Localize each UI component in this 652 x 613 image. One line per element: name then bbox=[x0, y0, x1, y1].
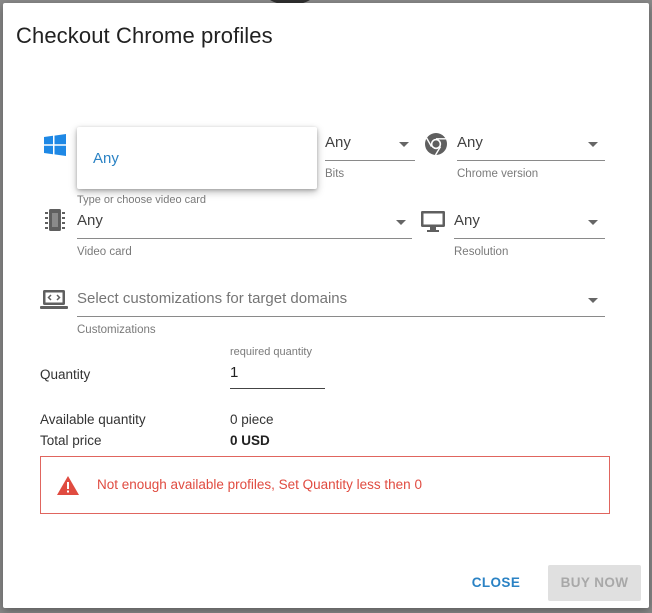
video-card-hint: Type or choose video card bbox=[77, 194, 207, 206]
checkout-dialog: Checkout Chrome profiles Any Bits Any Ch… bbox=[3, 3, 649, 608]
customizations-select[interactable]: Select customizations for target domains bbox=[77, 290, 347, 307]
video-card-underline bbox=[77, 238, 412, 239]
windows-icon bbox=[44, 134, 66, 161]
warning-icon bbox=[57, 476, 79, 500]
chrome-version-label: Chrome version bbox=[457, 168, 539, 180]
bits-select-underline bbox=[325, 160, 415, 161]
bits-label: Bits bbox=[325, 168, 345, 180]
quantity-underline bbox=[230, 388, 325, 389]
buy-now-button[interactable]: BUY NOW bbox=[548, 565, 641, 601]
chrome-version-underline bbox=[457, 160, 605, 161]
close-button[interactable]: CLOSE bbox=[465, 568, 527, 598]
chrome-icon bbox=[424, 132, 448, 161]
chrome-version-select-value[interactable]: Any bbox=[457, 134, 483, 151]
chevron-down-icon[interactable] bbox=[588, 220, 598, 225]
total-price-label: Total price bbox=[40, 433, 102, 448]
os-dropdown-menu: Any bbox=[77, 127, 317, 189]
laptop-code-icon bbox=[39, 288, 69, 317]
menu-option-any[interactable]: Any bbox=[93, 150, 119, 167]
quantity-hint: required quantity bbox=[230, 346, 312, 358]
chevron-down-icon[interactable] bbox=[399, 142, 409, 147]
resolution-select-value[interactable]: Any bbox=[454, 212, 480, 229]
video-card-label: Video card bbox=[77, 246, 132, 258]
total-price-value: 0 USD bbox=[230, 433, 270, 448]
monitor-icon bbox=[420, 210, 446, 239]
video-card-icon bbox=[44, 208, 66, 237]
resolution-label: Resolution bbox=[454, 246, 509, 258]
chevron-down-icon[interactable] bbox=[396, 220, 406, 225]
error-message: Not enough available profiles, Set Quant… bbox=[97, 477, 422, 492]
chevron-down-icon[interactable] bbox=[588, 298, 598, 303]
bits-select-value[interactable]: Any bbox=[325, 134, 351, 151]
video-card-input[interactable]: Any bbox=[77, 212, 103, 229]
quantity-input[interactable]: 1 bbox=[230, 364, 238, 381]
available-quantity-label: Available quantity bbox=[40, 412, 146, 427]
resolution-underline bbox=[454, 238, 605, 239]
chevron-down-icon[interactable] bbox=[588, 142, 598, 147]
customizations-underline bbox=[77, 316, 605, 317]
customizations-label: Customizations bbox=[77, 324, 156, 336]
dialog-title: Checkout Chrome profiles bbox=[16, 23, 273, 48]
error-alert: Not enough available profiles, Set Quant… bbox=[40, 456, 610, 514]
available-quantity-value: 0 piece bbox=[230, 412, 274, 427]
quantity-label: Quantity bbox=[40, 367, 91, 382]
